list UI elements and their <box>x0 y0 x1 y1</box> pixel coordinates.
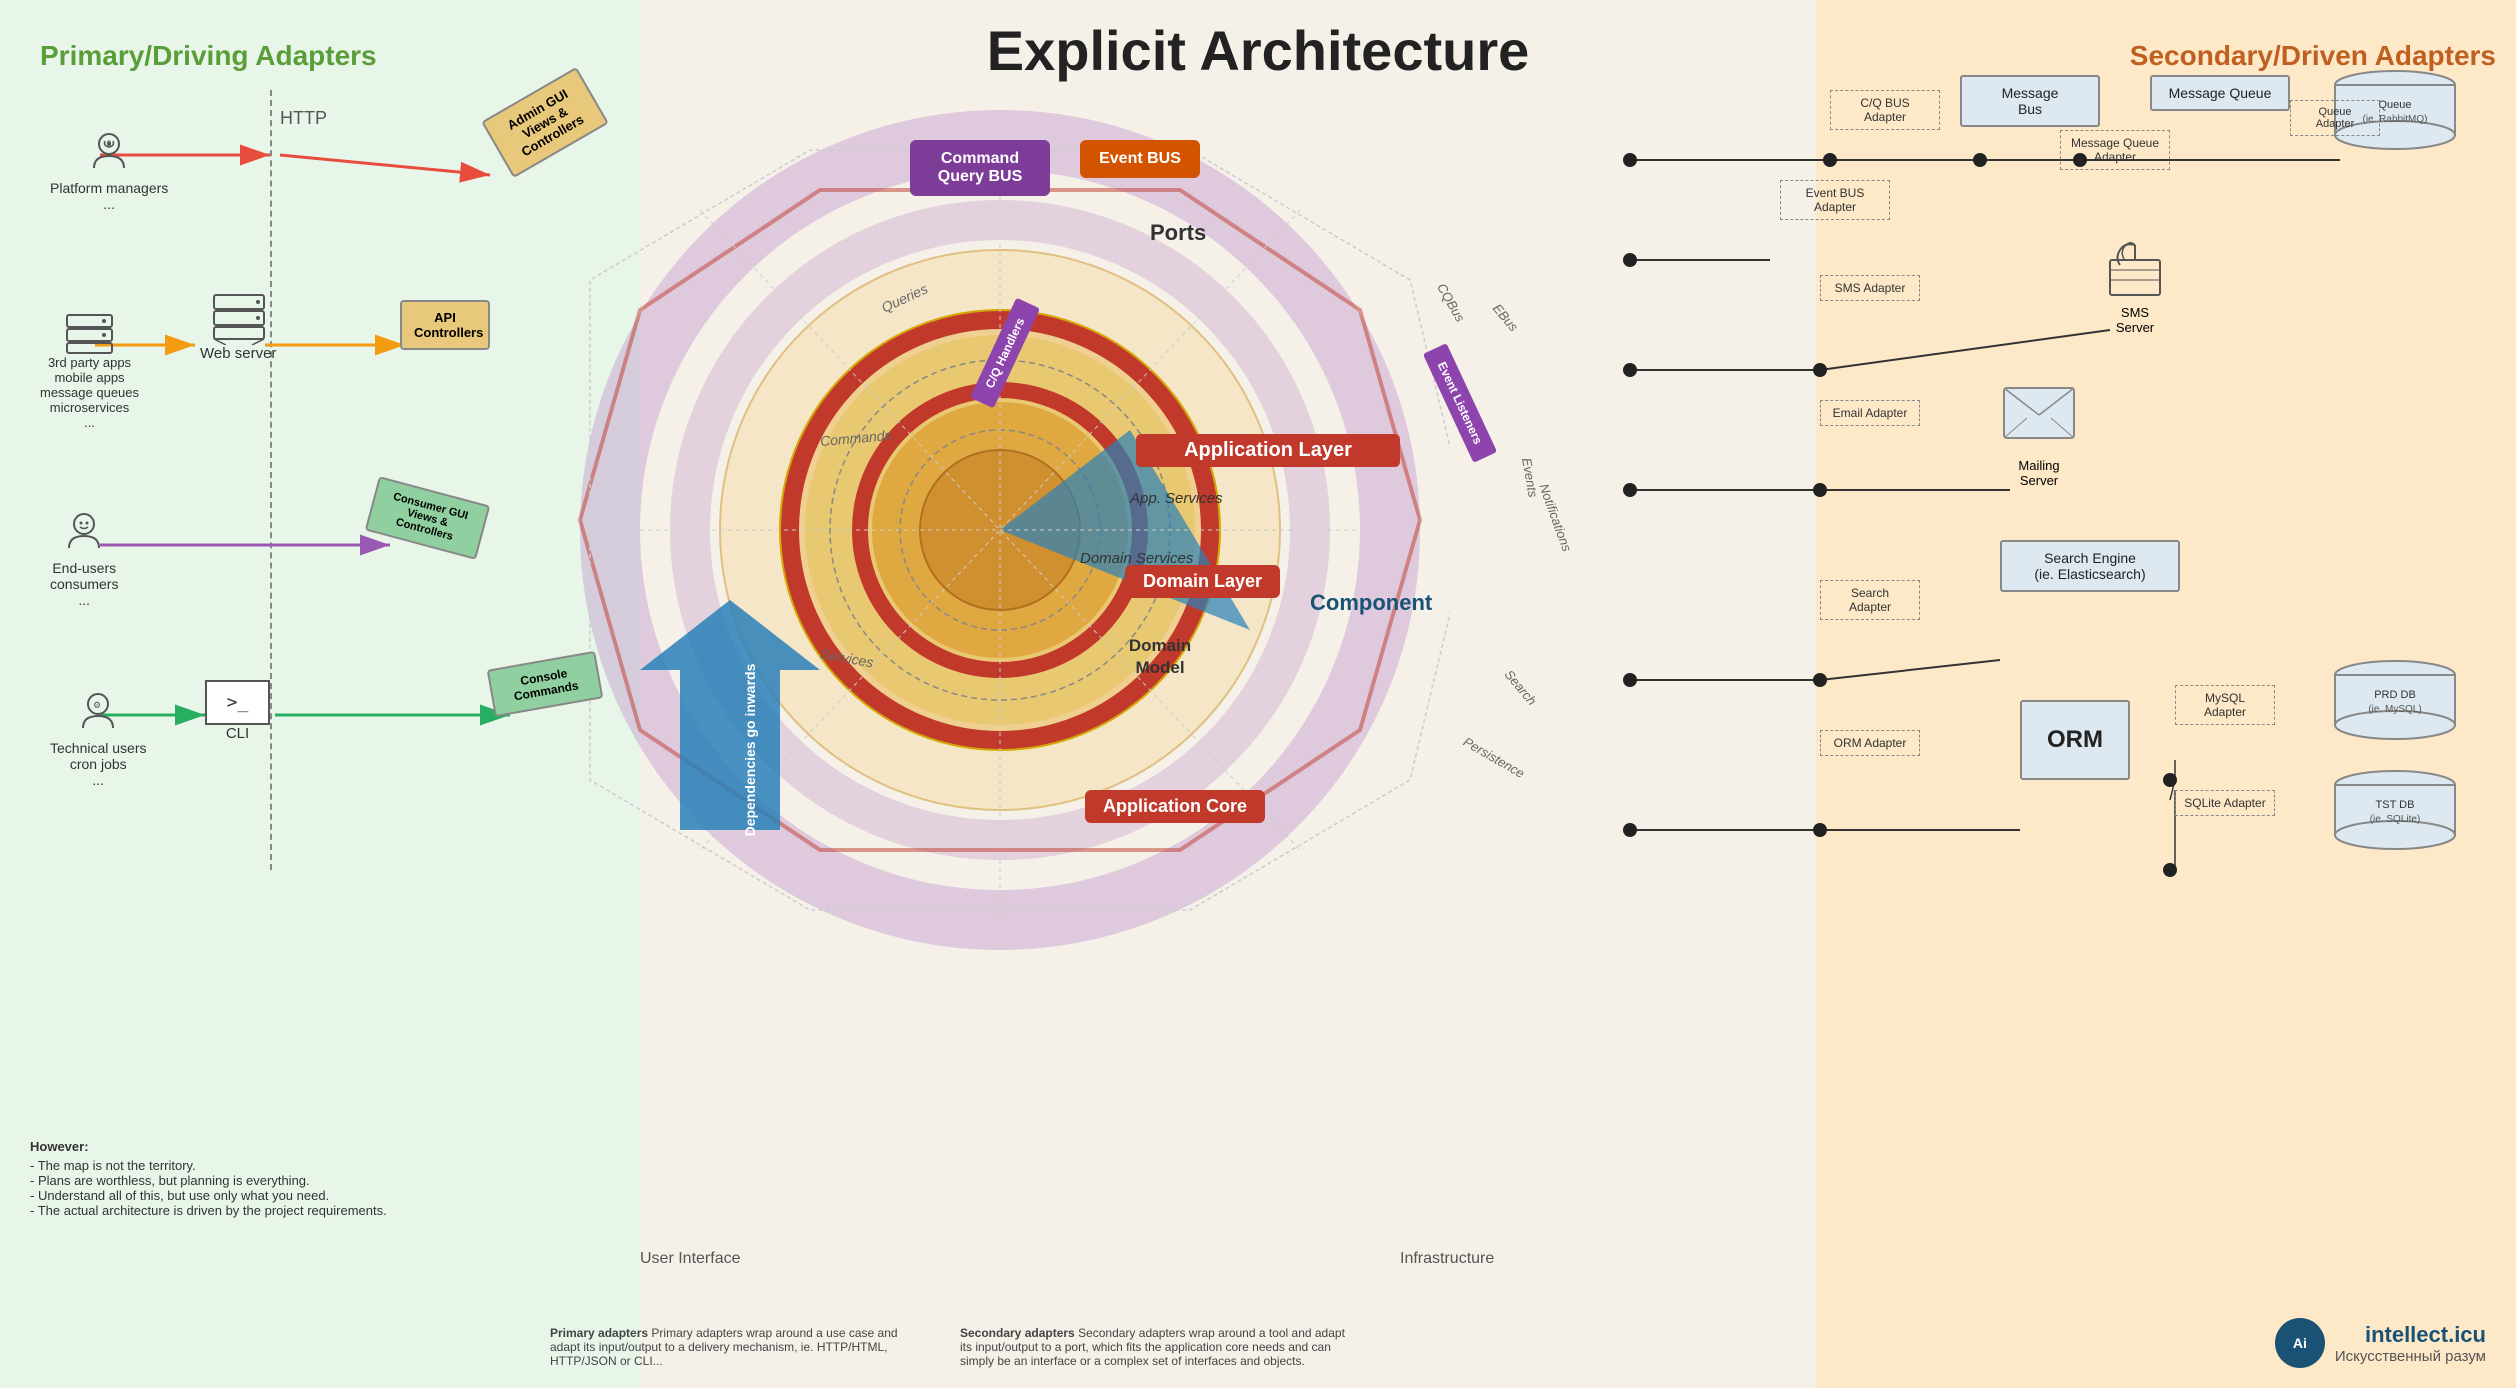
api-controllers: APIControllers <box>400 300 490 350</box>
search-adapter-box: Search Adapter <box>1820 580 1920 620</box>
mailing-server-icon <box>1999 383 2079 453</box>
svg-text:(ie. MySQL): (ie. MySQL) <box>2368 704 2421 715</box>
end-users-label: End-usersconsumers... <box>50 560 118 608</box>
secondary-adapters-description: Secondary adapters Secondary adapters wr… <box>960 1326 1360 1368</box>
app-core-label: Application Core <box>1085 790 1265 823</box>
svg-text:(ie. SQLite): (ie. SQLite) <box>2370 814 2421 825</box>
logo-brand: intellect.icu <box>2335 1322 2486 1348</box>
domain-layer-label: Domain Layer <box>1125 565 1280 598</box>
technical-users-label: Technical userscron jobs... <box>50 740 147 788</box>
cq-bus-adapter-box: C/Q BUS Adapter <box>1830 90 1940 130</box>
message-queue-box: Message Queue <box>2150 75 2290 111</box>
tst-db: TST DB (ie. SQLite) <box>2330 770 2460 855</box>
logo: Ai intellect.icu Искусственный разум <box>2275 1318 2486 1368</box>
search-label: Search <box>1502 667 1540 708</box>
however-notes: However: - The map is not the territory.… <box>30 1139 610 1218</box>
tst-db-icon: TST DB (ie. SQLite) <box>2330 770 2460 850</box>
architecture-diagram <box>550 50 1450 1050</box>
page-title: Explicit Architecture <box>987 18 1530 83</box>
queue-adapter-box: QueueAdapter <box>2290 100 2380 136</box>
component-label: Component <box>1310 590 1432 616</box>
web-server: Web server <box>200 290 276 362</box>
sms-adapter-box: SMS Adapter <box>1820 275 1920 301</box>
third-party-icon <box>62 310 117 355</box>
third-party-label: 3rd party appsmobile appsmessage queuesm… <box>40 355 139 430</box>
infrastructure-label: Infrastructure <box>1400 1250 1494 1268</box>
platform-managers-label: Platform managers... <box>50 180 168 212</box>
note3: - Understand all of this, but use only w… <box>30 1188 610 1203</box>
web-server-label: Web server <box>200 345 276 362</box>
sms-server-label: SMSServer <box>2100 305 2170 335</box>
notifications-label: Notifications <box>1536 482 1574 554</box>
sms-server-icon <box>2100 240 2170 300</box>
dashed-divider-left <box>270 90 272 870</box>
logo-icon: Ai <box>2275 1318 2325 1368</box>
http-label: HTTP <box>280 108 327 129</box>
domain-services-label: Domain Services <box>1080 550 1193 567</box>
mailing-server-label: MailingServer <box>1999 458 2079 488</box>
event-bus-adapter-box: Event BUS Adapter <box>1780 180 1890 220</box>
message-bus-box: MessageBus <box>1960 75 2100 127</box>
ebus-label: EBus <box>1490 301 1521 334</box>
platform-manager-icon <box>84 130 134 180</box>
ports-label: Ports <box>1150 220 1206 246</box>
mysql-adapter-box: MySQL Adapter <box>2175 685 2275 725</box>
left-section-title: Primary/Driving Adapters <box>40 40 377 72</box>
primary-adapters-title: Primary adapters <box>550 1326 648 1340</box>
user-interface-label: User Interface <box>640 1250 740 1268</box>
cli-icon: >_ <box>205 680 270 725</box>
right-section-title: Secondary/Driven Adapters <box>2130 40 2496 72</box>
actor-end-users: End-usersconsumers... <box>50 510 118 608</box>
prd-db-icon: PRD DB (ie. MySQL) <box>2330 660 2460 740</box>
actor-platform-managers: Platform managers... <box>50 130 168 212</box>
end-users-icon <box>59 510 109 560</box>
actor-technical-users: ⚙ Technical userscron jobs... <box>50 690 147 788</box>
email-adapter-box: Email Adapter <box>1820 400 1920 426</box>
svg-text:⚙: ⚙ <box>93 700 101 710</box>
event-bus: Event BUS <box>1080 140 1200 178</box>
note2: - Plans are worthless, but planning is e… <box>30 1173 610 1188</box>
mailing-server: MailingServer <box>1999 383 2079 488</box>
message-queue-adapter-box: Message Queue Adapter <box>2060 130 2170 170</box>
orm-adapter-box: ORM Adapter <box>1820 730 1920 756</box>
however-label: However: <box>30 1139 610 1154</box>
persistence-label: Persistence <box>1461 734 1527 781</box>
logo-subtitle: Искусственный разум <box>2335 1348 2486 1365</box>
svg-text:Dependencies go inwards: Dependencies go inwards <box>742 663 758 836</box>
sms-server: SMSServer <box>2100 240 2170 335</box>
cli-box: >_ CLI <box>205 680 270 742</box>
orm-box: ORM <box>2020 700 2130 780</box>
actor-third-party: 3rd party appsmobile appsmessage queuesm… <box>40 310 139 430</box>
primary-adapters-description: Primary adapters Primary adapters wrap a… <box>550 1326 910 1368</box>
web-server-icon <box>206 290 271 345</box>
domain-model-label: DomainModel <box>1090 635 1230 679</box>
command-query-bus: Command Query BUS <box>910 140 1050 196</box>
svg-text:TST DB: TST DB <box>2376 799 2415 811</box>
sqlite-adapter-box: SQLite Adapter <box>2175 790 2275 816</box>
secondary-adapters-title: Secondary adapters <box>960 1326 1075 1340</box>
svg-text:Queue: Queue <box>2378 99 2411 111</box>
cli-label: CLI <box>226 725 249 742</box>
app-services-label: App. Services <box>1130 490 1223 507</box>
technical-users-icon: ⚙ <box>73 690 123 740</box>
svg-text:PRD DB: PRD DB <box>2374 689 2416 701</box>
dependencies-arrow: Dependencies go inwards <box>630 590 830 845</box>
note4: - The actual architecture is driven by t… <box>30 1203 610 1218</box>
search-engine-box: Search Engine(ie. Elasticsearch) <box>2000 540 2180 592</box>
note1: - The map is not the territory. <box>30 1158 610 1173</box>
prd-db: PRD DB (ie. MySQL) <box>2330 660 2460 745</box>
application-layer-label: Application Layer <box>1136 434 1400 467</box>
